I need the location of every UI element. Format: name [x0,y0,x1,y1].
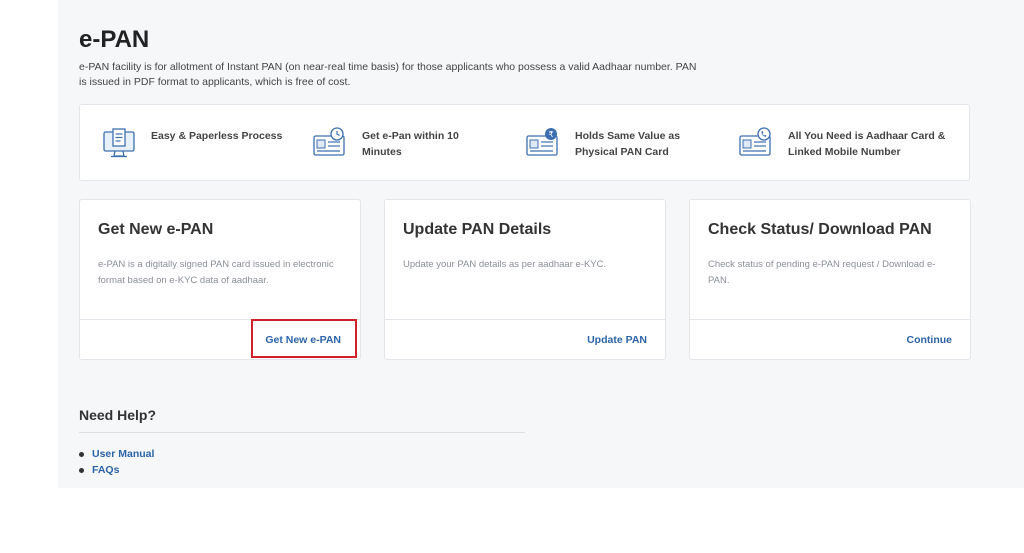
card-description: Check status of pending e-PAN request / … [708,259,936,286]
feature-same-value: ₹ Holds Same Value as Physical PAN Card [525,127,680,160]
feature-aadhaar-mobile: All You Need is Aadhaar Card & Linked Mo… [738,127,945,160]
update-pan-link[interactable]: Update PAN [587,334,647,346]
id-card-phone-icon [739,127,771,156]
id-card-clock-icon [313,127,345,156]
feature-label: Easy & Paperless Process [151,130,283,142]
card-description: Update your PAN details as per aadhaar e… [403,259,607,270]
card-description: e-PAN is a digitally signed PAN card iss… [98,259,334,286]
bullet [79,451,84,457]
help-links: User Manual FAQs [79,446,154,478]
page-title: e-PAN [79,26,150,53]
card-title: Update PAN Details [403,221,552,238]
highlight-box [251,319,357,358]
card-footer: Continue [690,319,970,359]
feature-paperless: Easy & Paperless Process [101,127,282,159]
card-footer: Update PAN [385,319,665,359]
computer-document-icon [103,128,135,158]
card-title: Get New e-PAN [98,221,214,238]
feature-ten-minutes: Get e-Pan within 10 Minutes [312,127,459,160]
card-update-pan: Update PAN Details Update your PAN detai… [384,199,666,360]
svg-text:₹: ₹ [548,130,553,139]
card-check-status: Check Status/ Download PAN Check status … [689,199,971,360]
bullet [79,467,84,473]
continue-link[interactable]: Continue [907,334,953,346]
features-panel: Easy & Paperless Process Get e-Pan withi… [79,104,970,181]
page-description: e-PAN facility is for allotment of Insta… [79,61,697,88]
faqs-link[interactable]: FAQs [79,462,154,478]
user-manual-link[interactable]: User Manual [79,446,154,462]
divider [79,432,525,433]
feature-label: All You Need is Aadhaar Card & Linked Mo… [788,130,946,158]
feature-label: Get e-Pan within 10 Minutes [362,130,459,158]
id-card-rupee-icon: ₹ [526,128,558,156]
feature-label: Holds Same Value as Physical PAN Card [575,130,681,158]
need-help-heading: Need Help? [79,407,157,423]
card-title: Check Status/ Download PAN [708,221,932,238]
